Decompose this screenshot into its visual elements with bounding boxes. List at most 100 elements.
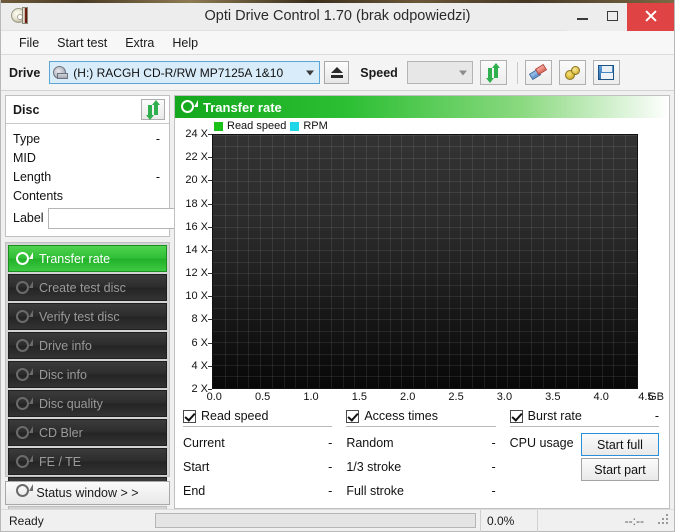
floppy-save-icon bbox=[598, 65, 615, 80]
app-window: Opti Drive Control 1.70 (brak odpowiedzi… bbox=[0, 0, 675, 532]
panel-header: Transfer rate bbox=[175, 96, 669, 118]
sidebar-item-drive-info[interactable]: Drive info bbox=[8, 332, 167, 359]
disc-row-mid: MID bbox=[13, 148, 162, 167]
chart-plot-area bbox=[212, 134, 638, 389]
y-tick: 20 X bbox=[185, 174, 212, 187]
app-body: Disc Type - MID Length - Contents Label … bbox=[1, 91, 674, 512]
y-tick: 12 X bbox=[185, 267, 212, 280]
stat-value: - bbox=[328, 484, 333, 498]
disc-row-type: Type - bbox=[13, 129, 162, 148]
eject-icon bbox=[330, 67, 343, 78]
window-title: Opti Drive Control 1.70 (brak odpowiedzi… bbox=[204, 8, 471, 24]
erase-button[interactable] bbox=[524, 60, 552, 85]
sidebar: Disc Type - MID Length - Contents Label … bbox=[5, 95, 248, 512]
y-tick: 4 X bbox=[191, 359, 212, 372]
chart-container: Read speed RPM 24 X 22 X 20 X 18 X 16 X … bbox=[175, 118, 669, 403]
save-button[interactable] bbox=[592, 60, 620, 85]
menu-item-start-test[interactable]: Start test bbox=[48, 34, 116, 52]
legend-swatch-rpm bbox=[290, 121, 300, 131]
menu-item-extra[interactable]: Extra bbox=[116, 34, 163, 52]
start-full-button[interactable]: Start full bbox=[580, 433, 659, 456]
gear-icon bbox=[564, 65, 581, 81]
sidebar-item-label: Transfer rate bbox=[39, 251, 111, 266]
tools-button[interactable] bbox=[558, 60, 586, 85]
y-tick: 6 X bbox=[191, 336, 212, 349]
extra-tests-icon bbox=[16, 483, 33, 498]
disc-row-length: Length - bbox=[13, 167, 162, 186]
drive-select-value: (H:) RACGH CD-R/RW MP7125A 1&10 bbox=[73, 65, 284, 80]
sidebar-item-verify-test-disc[interactable]: Verify test disc bbox=[8, 303, 167, 330]
stat-value: - bbox=[491, 460, 496, 474]
y-tick: 14 X bbox=[185, 243, 212, 256]
transfer-rate-icon bbox=[181, 100, 198, 114]
sidebar-item-label: Verify test disc bbox=[39, 309, 120, 324]
stat-value: - bbox=[328, 460, 333, 474]
x-axis-unit: GB bbox=[648, 391, 664, 403]
stat-key: Start bbox=[183, 460, 210, 474]
x-tick: 3.5 bbox=[545, 391, 561, 403]
chart-legend: Read speed RPM bbox=[214, 120, 332, 132]
stat-value: - bbox=[328, 436, 333, 450]
menu-bar: File Start test Extra Help bbox=[1, 31, 674, 55]
stat-key: Current bbox=[183, 436, 225, 450]
drive-icon bbox=[53, 65, 69, 80]
read-speed-label: Read speed bbox=[201, 409, 269, 423]
stat-key: 1/3 stroke bbox=[346, 460, 402, 474]
stat-row-start: Start - bbox=[183, 455, 332, 479]
refresh-button[interactable] bbox=[479, 60, 507, 85]
eject-button[interactable] bbox=[324, 61, 350, 84]
access-times-checkbox[interactable] bbox=[346, 409, 360, 423]
stat-key: Random bbox=[346, 436, 394, 450]
x-tick: 1.0 bbox=[303, 391, 319, 403]
disc-row-type-key: Type bbox=[13, 131, 41, 146]
sidebar-item-create-test-disc[interactable]: Create test disc bbox=[8, 274, 167, 301]
refresh-icon bbox=[145, 99, 161, 120]
disc-label-row: Label bbox=[13, 207, 248, 229]
y-tick: 10 X bbox=[185, 290, 212, 303]
stat-row-full-stroke: Full stroke - bbox=[346, 479, 495, 503]
x-tick: 0.5 bbox=[254, 391, 271, 403]
drive-select[interactable]: (H:) RACGH CD-R/RW MP7125A 1&10 bbox=[49, 61, 321, 84]
stat-column-burst-rate: Burst rate - CPU usage - Start full Star… bbox=[509, 409, 661, 503]
sidebar-item-label: CD Bler bbox=[39, 425, 83, 440]
create-test-disc-icon bbox=[16, 280, 33, 295]
main-panel: Transfer rate Read speed RPM 24 X 22 X 2… bbox=[174, 95, 670, 509]
sidebar-item-cd-bler[interactable]: CD Bler bbox=[8, 419, 167, 446]
stat-value: - bbox=[491, 436, 496, 450]
y-tick: 24 X bbox=[185, 128, 212, 140]
sidebar-item-fe-te[interactable]: FE / TE bbox=[8, 448, 167, 475]
legend-label-rpm: RPM bbox=[303, 120, 328, 132]
elapsed-time: --:-- bbox=[624, 513, 644, 528]
drive-label: Drive bbox=[9, 65, 41, 80]
x-tick: 3.0 bbox=[496, 391, 513, 403]
read-speed-checkbox[interactable] bbox=[183, 409, 196, 423]
sidebar-item-label: Disc quality bbox=[39, 396, 103, 411]
disc-row-type-value: - bbox=[155, 131, 160, 146]
legend-label-read-speed: Read speed bbox=[227, 120, 287, 132]
resize-grip-icon[interactable] bbox=[658, 513, 672, 528]
disc-row-mid-key: MID bbox=[13, 150, 36, 165]
chart-x-axis: 0.0 0.5 1.0 1.5 2.0 2.5 3.0 3.5 4.0 4.5 … bbox=[207, 391, 664, 407]
x-tick: 0.0 bbox=[206, 391, 222, 403]
burst-rate-header: Burst rate - bbox=[509, 409, 659, 427]
status-bar: Ready 0.0% --:-- bbox=[1, 509, 674, 532]
stat-key: Full stroke bbox=[346, 484, 404, 498]
sidebar-item-transfer-rate[interactable]: Transfer rate bbox=[8, 245, 167, 272]
menu-item-help[interactable]: Help bbox=[163, 34, 207, 52]
burst-rate-checkbox[interactable] bbox=[509, 409, 523, 423]
refresh-icon bbox=[485, 62, 501, 83]
eraser-icon bbox=[529, 63, 548, 81]
transfer-rate-chart: Read speed RPM 24 X 22 X 20 X 18 X 16 X … bbox=[178, 120, 664, 403]
fe-te-icon bbox=[16, 454, 33, 469]
sidebar-item-disc-quality[interactable]: Disc quality bbox=[8, 390, 167, 417]
start-part-button[interactable]: Start part bbox=[580, 458, 659, 481]
x-tick: 2.5 bbox=[448, 391, 464, 403]
disc-row-contents: Contents bbox=[13, 186, 162, 205]
sidebar-item-disc-info[interactable]: Disc info bbox=[8, 361, 167, 388]
menu-item-file[interactable]: File bbox=[10, 34, 48, 52]
speed-select[interactable] bbox=[406, 61, 473, 84]
access-times-label: Access times bbox=[364, 409, 438, 423]
sidebar-item-label: Create test disc bbox=[39, 280, 126, 295]
disc-refresh-button[interactable] bbox=[141, 99, 165, 120]
burst-rate-label: Burst rate bbox=[527, 409, 582, 423]
